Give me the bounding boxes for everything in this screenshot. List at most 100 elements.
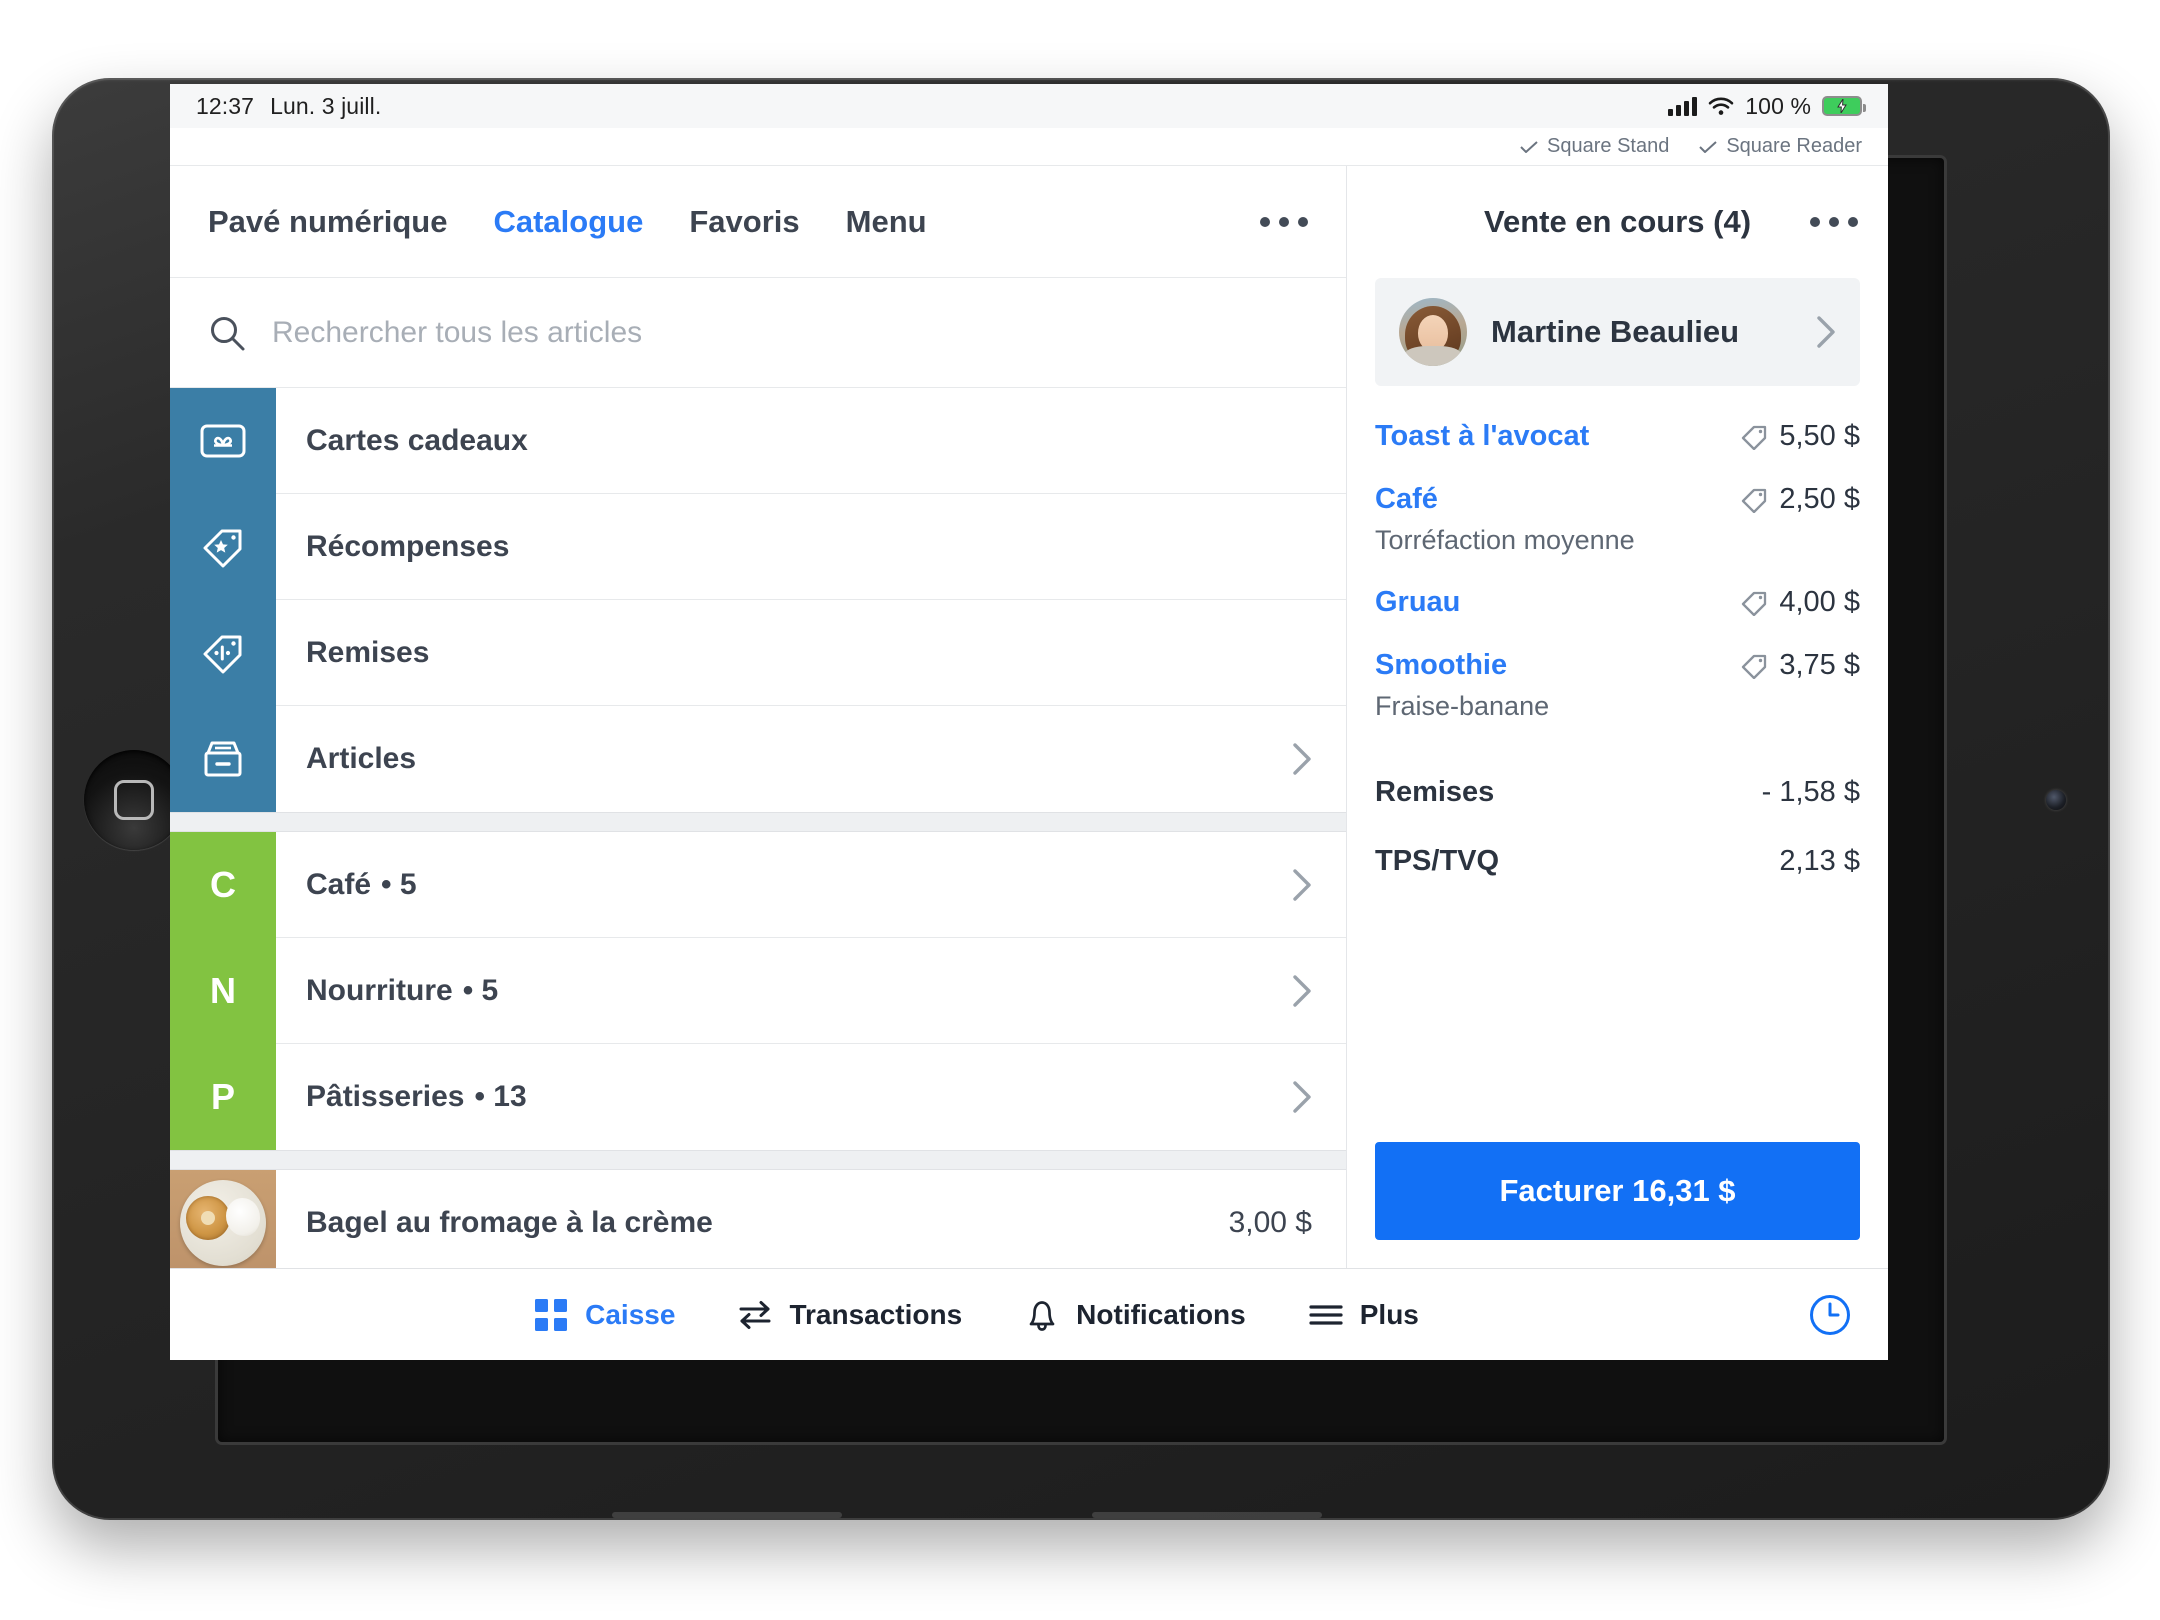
search-input[interactable]: Rechercher tous les articles (272, 316, 642, 350)
row-label: Récompenses (306, 529, 510, 563)
group-rail-green: C N P (170, 832, 276, 1150)
bottom-nav-plus[interactable]: Plus (1308, 1297, 1419, 1333)
status-date: Lun. 3 juill. (270, 92, 382, 119)
bell-icon (1029, 1300, 1055, 1331)
cart-item-toast-avocat[interactable]: Toast à l'avocat 5,50 $ (1375, 420, 1860, 453)
chevron-right-icon (1293, 868, 1311, 901)
check-icon (1520, 140, 1538, 153)
tablet-screen: 12:37 Lun. 3 juill. 100 % Square Stand S… (170, 84, 1888, 1360)
price-tag-icon (1742, 591, 1767, 616)
group-rows-blue: Cartes cadeaux Récompenses Remises Artic… (276, 388, 1346, 812)
customer-row[interactable]: Martine Beaulieu (1375, 278, 1860, 386)
check-icon (1699, 140, 1718, 153)
cart-item-line: Café 2,50 $ (1375, 483, 1860, 516)
total-line-remises[interactable]: Remises - 1,58 $ (1375, 758, 1860, 827)
catalog-row-patisseries[interactable]: Pâtisseries • 13 (276, 1044, 1346, 1150)
cart-item-price: 3,75 $ (1779, 649, 1860, 681)
category-letter: P (210, 1076, 235, 1117)
cart-item-name[interactable]: Toast à l'avocat (1375, 420, 1589, 453)
category-letter: N (210, 970, 236, 1011)
ellipsis-icon[interactable] (1260, 216, 1308, 227)
cart-item-name[interactable]: Café (1375, 483, 1438, 516)
battery-percent-label: 100 % (1745, 92, 1811, 119)
front-camera (2046, 790, 2066, 810)
catalog-row-bagel[interactable]: Bagel au fromage à la crème 3,00 $ (170, 1170, 1346, 1268)
cart-item-variant: Fraise-banane (1375, 691, 1550, 721)
tab-favoris[interactable]: Favoris (689, 204, 799, 240)
avatar (1399, 298, 1467, 366)
cart-item-price-group: 5,50 $ (1741, 420, 1860, 453)
catalog-row-remises[interactable]: Remises (276, 600, 1346, 706)
product-price: 3,00 $ (1228, 1206, 1312, 1239)
tab-menu[interactable]: Menu (846, 204, 927, 240)
row-label: Articles (306, 742, 417, 775)
customer-name: Martine Beaulieu (1491, 314, 1740, 349)
total-value: - 1,58 $ (1761, 776, 1860, 808)
total-label: TPS/TVQ (1375, 845, 1500, 877)
catalog-row-recompenses[interactable]: Récompenses (276, 494, 1346, 600)
catalog-row-nourriture[interactable]: Nourriture • 5 (276, 938, 1346, 1044)
cart-item-line: Gruau 4,00 $ (1375, 586, 1860, 619)
bottom-nav-notifications[interactable]: Notifications (1024, 1297, 1246, 1333)
bottom-nav-transactions[interactable]: Transactions (737, 1297, 962, 1333)
device-label: Square Stand (1547, 135, 1670, 157)
avatar-body (1405, 346, 1461, 366)
ellipsis-icon[interactable] (1810, 217, 1858, 227)
total-label: Remises (1375, 776, 1495, 808)
tab-pave-numerique[interactable]: Pavé numérique (208, 204, 447, 240)
tab-catalogue[interactable]: Catalogue (493, 204, 643, 240)
cart-item-cafe[interactable]: Café 2,50 $ Torréfaction moyenne (1375, 483, 1860, 556)
wifi-icon (1708, 97, 1734, 115)
catalog-pane: Pavé numérique Catalogue Favoris Menu Re… (170, 166, 1346, 1268)
home-button[interactable] (84, 750, 184, 850)
cart-item-line: Toast à l'avocat 5,50 $ (1375, 420, 1860, 453)
chevron-right-icon (1293, 1081, 1311, 1113)
antenna-line-left (612, 1512, 842, 1518)
hamburger-menu-icon (1309, 1304, 1343, 1325)
catalog-row-cartes-cadeaux[interactable]: Cartes cadeaux (276, 388, 1346, 494)
cart-item-line: Smoothie 3,75 $ (1375, 649, 1860, 682)
cart-item-price-group: 2,50 $ (1741, 483, 1860, 516)
cart-item-gruau[interactable]: Gruau 4,00 $ (1375, 586, 1860, 619)
group-separator (170, 1150, 1346, 1170)
cart-item-name[interactable]: Smoothie (1375, 649, 1507, 682)
bottom-nav-label: Transactions (789, 1298, 963, 1330)
total-value: 2,13 $ (1779, 845, 1860, 877)
device-status-square-stand[interactable]: Square Stand (1520, 135, 1669, 158)
price-tag-icon (1742, 488, 1767, 513)
group-rail-blue (170, 388, 276, 812)
antenna-line-right (1092, 1512, 1322, 1518)
cart-item-smoothie[interactable]: Smoothie 3,75 $ Fraise-banane (1375, 649, 1860, 722)
transfer-arrows-icon (739, 1300, 771, 1329)
cart-item-price-group: 4,00 $ (1741, 586, 1860, 619)
charge-button[interactable]: Facturer 16,31 $ (1375, 1142, 1860, 1240)
cart-item-name[interactable]: Gruau (1375, 586, 1460, 619)
row-count: • 5 (462, 973, 499, 1007)
chevron-right-icon (1817, 316, 1835, 348)
bottom-nav-caisse[interactable]: Caisse (533, 1297, 675, 1333)
status-bar-left: 12:37 Lun. 3 juill. (196, 93, 381, 120)
bottom-nav-label: Plus (1359, 1298, 1419, 1330)
product-row-content[interactable]: Bagel au fromage à la crème 3,00 $ (276, 1170, 1346, 1268)
row-label: Cartes cadeaux (306, 423, 528, 457)
price-tag-icon (1742, 425, 1767, 450)
bagel-cream-cheese-photo (170, 1170, 276, 1268)
bottom-nav-label: Caisse (585, 1298, 676, 1330)
catalog-row-articles[interactable]: Articles (276, 706, 1346, 812)
battery-charging-icon (1822, 96, 1866, 116)
category-letter: C (210, 864, 236, 905)
catalog-row-cafe[interactable]: Café • 5 (276, 832, 1346, 938)
device-status-square-reader[interactable]: Square Reader (1699, 135, 1862, 158)
sale-header: Vente en cours (4) (1347, 166, 1888, 278)
grid-register-icon (535, 1298, 568, 1331)
total-line-taxes[interactable]: TPS/TVQ 2,13 $ (1375, 827, 1860, 896)
clock-icon[interactable] (1808, 1293, 1852, 1337)
category-letter-badge-n: N (170, 938, 276, 1044)
cream-cheese-shape (226, 1198, 260, 1236)
row-label: Remises (306, 635, 430, 669)
catalog-list[interactable]: Cartes cadeaux Récompenses Remises Artic… (170, 388, 1346, 1268)
search-bar[interactable]: Rechercher tous les articles (170, 278, 1346, 388)
cart-items-list[interactable]: Toast à l'avocat 5,50 $ Café 2,50 $ Torr… (1347, 386, 1888, 1142)
row-count: • 5 (381, 867, 417, 901)
device-label: Square Reader (1726, 135, 1862, 157)
